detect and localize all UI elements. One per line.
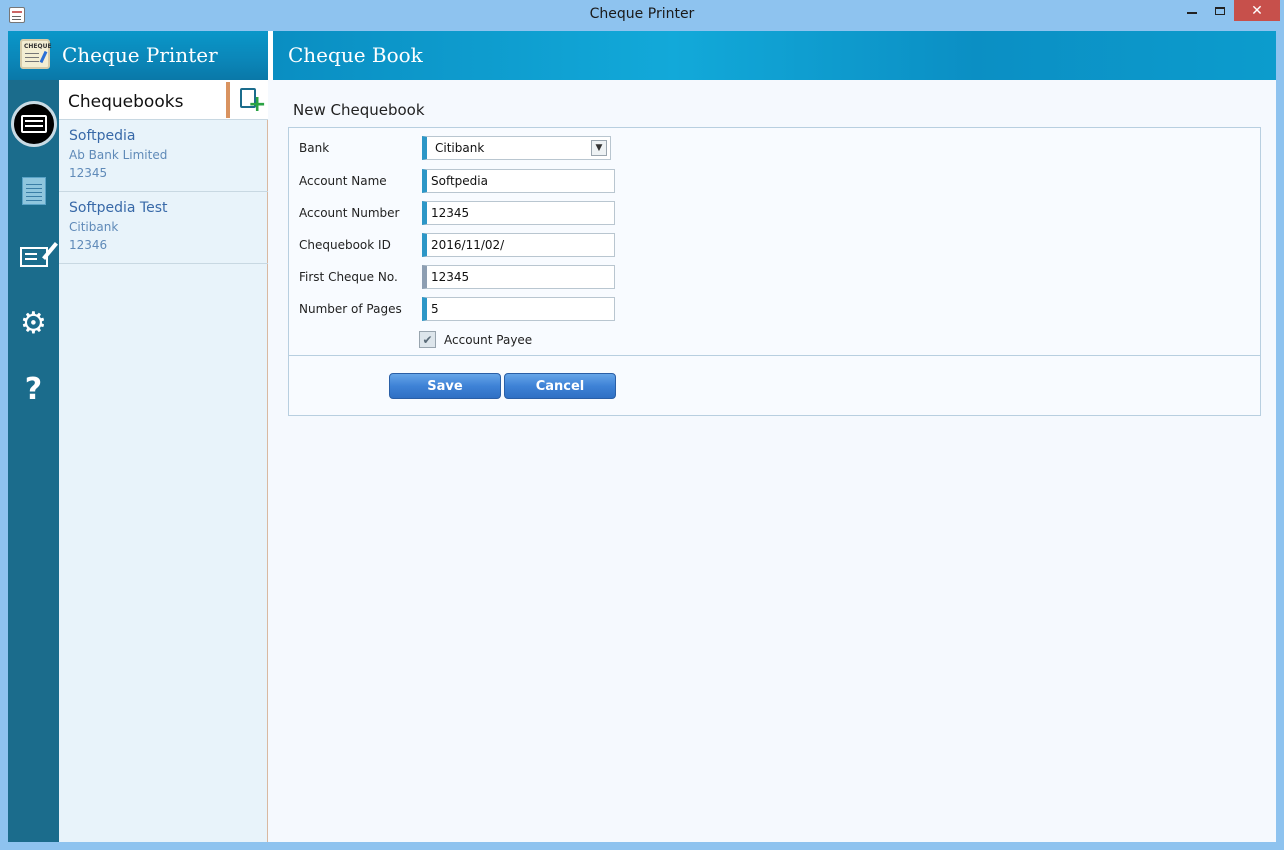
chequebook-name: Softpedia Test (69, 200, 168, 216)
main-header: Cheque Book (273, 31, 1276, 80)
help-icon: ? (24, 371, 43, 407)
app-logo-icon: CHEQUE (20, 39, 52, 69)
chequebook-account: 12346 (69, 238, 108, 252)
window-title: Cheque Printer (589, 6, 695, 22)
maximize-icon (1215, 6, 1225, 15)
minimize-button[interactable] (1178, 0, 1206, 21)
account-number-label: Account Number (299, 206, 400, 220)
account-number-field[interactable]: 12345 (422, 201, 615, 225)
chequebook-name: Softpedia (69, 128, 136, 144)
icon-rail: ⚙ ? (8, 31, 59, 842)
window-titlebar: Cheque Printer ✕ (0, 0, 1284, 31)
chequebooks-panel: Chequebooks + Softpedia Ab Bank Limited … (59, 80, 268, 842)
account-name-row: Account Name Softpedia (299, 169, 699, 193)
nav-help-button[interactable]: ? (8, 366, 59, 412)
bank-select[interactable]: Citibank ▼ (422, 136, 611, 160)
bank-label: Bank (299, 141, 330, 155)
account-name-label: Account Name (299, 174, 387, 188)
chevron-down-icon[interactable]: ▼ (591, 140, 607, 156)
nav-cheques-button[interactable] (8, 101, 59, 147)
pages-field[interactable]: 5 (422, 297, 615, 321)
account-payee-checkbox[interactable]: ✔ (419, 331, 436, 348)
account-name-field[interactable]: Softpedia (422, 169, 615, 193)
close-button[interactable]: ✕ (1234, 0, 1280, 21)
write-cheque-icon (19, 247, 48, 267)
cancel-button[interactable]: Cancel (504, 373, 616, 399)
form-divider (289, 355, 1260, 356)
first-cheque-label: First Cheque No. (299, 270, 398, 284)
chequebook-list-item[interactable]: Softpedia Test Citibank 12346 (59, 192, 268, 264)
chequebook-icon (21, 177, 46, 205)
save-button[interactable]: Save (389, 373, 501, 399)
first-cheque-field[interactable]: 12345 (422, 265, 615, 289)
chequebook-bank: Citibank (69, 220, 119, 234)
bank-select-value: Citibank (435, 141, 485, 155)
settings-gear-icon: ⚙ (20, 305, 47, 341)
minimize-icon (1187, 11, 1197, 14)
pages-label: Number of Pages (299, 302, 402, 316)
plus-icon: + (248, 92, 267, 117)
chequebook-id-label: Chequebook ID (299, 238, 391, 252)
account-payee-row: ✔ Account Payee (419, 329, 619, 349)
account-payee-label: Account Payee (444, 333, 533, 347)
nav-settings-button[interactable]: ⚙ (8, 300, 59, 346)
chequebook-account: 12345 (69, 166, 108, 180)
logo-text: CHEQUE (24, 43, 52, 50)
app-name: Cheque Printer (62, 43, 218, 67)
new-chequebook-form: Bank Citibank ▼ Account Name Softpedia A… (288, 127, 1261, 416)
maximize-button[interactable] (1206, 0, 1234, 21)
chequebook-list-item[interactable]: Softpedia Ab Bank Limited 12345 (59, 120, 268, 192)
close-icon: ✕ (1251, 2, 1263, 19)
checkmark-icon: ✔ (422, 332, 433, 347)
chequebooks-title: Chequebooks (68, 92, 184, 112)
add-chequebook-button[interactable]: + (226, 82, 268, 118)
nav-write-cheque-button[interactable] (8, 234, 59, 280)
main-content: New Chequebook Bank Citibank ▼ Account N… (268, 80, 1276, 842)
cheque-card-icon (10, 101, 57, 147)
window-body: ⚙ ? CHEQUE Cheque Printer Chequebooks + … (8, 31, 1276, 842)
page-title: Cheque Book (288, 43, 423, 67)
app-header: CHEQUE Cheque Printer (8, 31, 268, 80)
chequebook-id-row: Chequebook ID 2016/11/02/ (299, 233, 699, 257)
account-number-row: Account Number 12345 (299, 201, 699, 225)
pages-row: Number of Pages 5 (299, 297, 699, 321)
chequebooks-header: Chequebooks + (59, 80, 268, 120)
nav-chequebooks-button[interactable] (8, 168, 59, 214)
chequebook-bank: Ab Bank Limited (69, 148, 168, 162)
section-title: New Chequebook (293, 101, 425, 119)
bank-row: Bank Citibank ▼ (299, 136, 699, 160)
chequebook-id-field[interactable]: 2016/11/02/ (422, 233, 615, 257)
first-cheque-row: First Cheque No. 12345 (299, 265, 699, 289)
